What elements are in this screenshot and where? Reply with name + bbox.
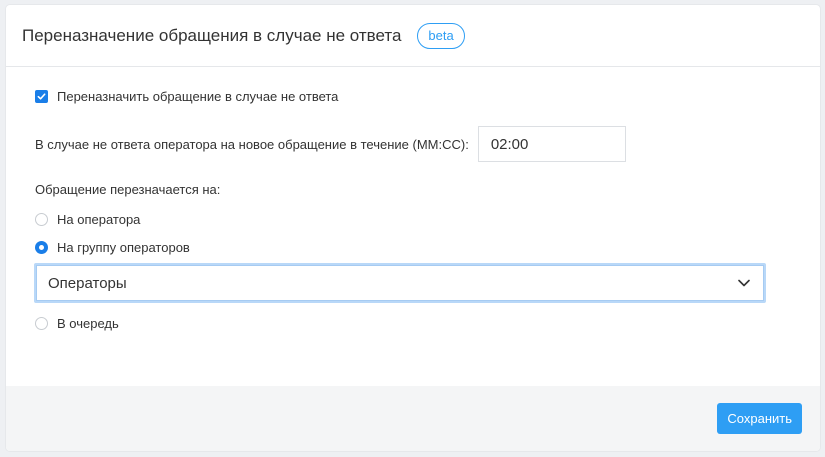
operator-group-select-value: Операторы (48, 274, 127, 292)
save-button[interactable]: Сохранить (717, 403, 802, 434)
radio-operator-group[interactable] (35, 241, 48, 254)
reassign-checkbox-label: Переназначить обращение в случае не отве… (57, 89, 339, 104)
reassign-checkbox[interactable] (35, 90, 48, 103)
beta-badge: beta (417, 22, 465, 49)
radio-queue[interactable] (35, 317, 48, 330)
checkmark-icon (37, 93, 46, 100)
radio-queue-label: В очередь (57, 316, 119, 331)
radio-operator-label: На оператора (57, 212, 141, 227)
panel-title: Переназначение обращения в случае не отв… (22, 25, 402, 45)
timeout-row: В случае не ответа оператора на новое об… (35, 126, 626, 162)
settings-panel: Переназначение обращения в случае не отв… (6, 5, 820, 451)
radio-operator[interactable] (35, 213, 48, 226)
radio-row-operator-group[interactable]: На группу операторов (35, 240, 190, 255)
timeout-label: В случае не ответа оператора на новое об… (35, 136, 469, 152)
radio-row-operator[interactable]: На оператора (35, 212, 140, 227)
operator-group-select[interactable]: Операторы (34, 263, 766, 303)
panel-header: Переназначение обращения в случае не отв… (6, 5, 820, 67)
panel-body: Переназначить обращение в случае не отве… (6, 67, 820, 385)
chevron-down-icon (738, 279, 750, 287)
timeout-input[interactable] (477, 126, 626, 162)
reassign-checkbox-row[interactable]: Переназначить обращение в случае не отве… (35, 89, 338, 104)
panel-footer: Сохранить (6, 386, 820, 451)
radio-row-queue[interactable]: В очередь (35, 316, 119, 331)
radio-operator-group-label: На группу операторов (57, 240, 190, 255)
reassign-to-label: Обращение перезначается на: (35, 182, 221, 197)
